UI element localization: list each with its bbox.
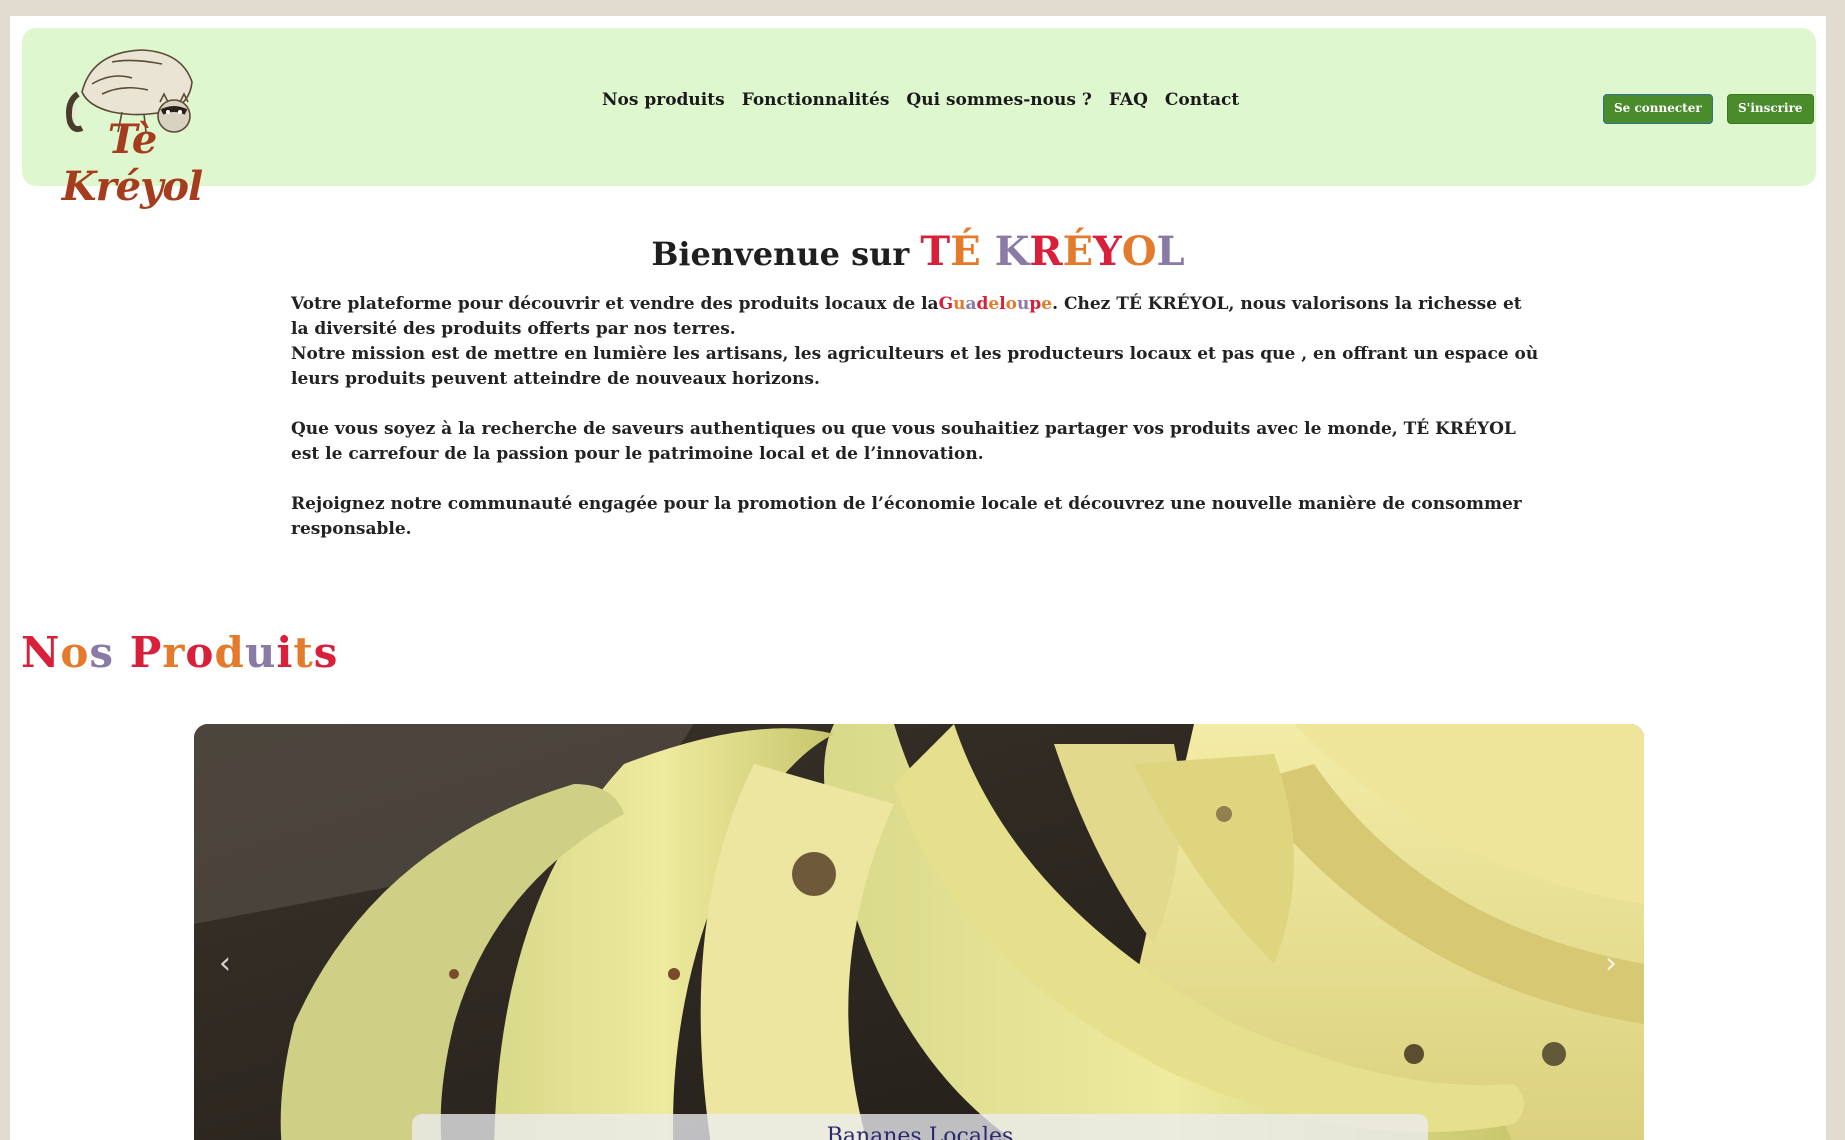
brand-letters: TÉ KRÉYOL xyxy=(920,228,1185,275)
guadeloupe-highlight: Guadeloupe xyxy=(938,294,1053,314)
main-nav: Nos produits Fonctionnalités Qui sommes-… xyxy=(602,90,1239,110)
nav-item-contact[interactable]: Contact xyxy=(1165,90,1239,110)
product-carousel[interactable]: ‹ › Bananes Locales xyxy=(194,724,1644,1140)
intro-text: Votre plateforme pour découvrir et vendr… xyxy=(291,292,1541,542)
site-header: Tè Kréyol Nos produits Fonctionnalités Q… xyxy=(22,28,1816,210)
welcome-heading: Bienvenue sur TÉ KRÉYOL xyxy=(10,228,1826,275)
slide-caption: Bananes Locales xyxy=(412,1114,1428,1140)
nav-item-about[interactable]: Qui sommes-nous ? xyxy=(906,90,1091,110)
intro-paragraph-3: Que vous soyez à la recherche de saveurs… xyxy=(291,419,1516,464)
site-logo[interactable]: Tè Kréyol xyxy=(52,32,212,210)
nav-item-faq[interactable]: FAQ xyxy=(1109,90,1148,110)
brand-title: TÉ KRÉYOL xyxy=(920,228,1184,275)
signup-button[interactable]: S'inscrire xyxy=(1727,94,1814,124)
carousel-next-icon[interactable]: › xyxy=(1596,944,1626,984)
intro-paragraph-1: Votre plateforme pour découvrir et vendr… xyxy=(291,292,1541,342)
login-button[interactable]: Se connecter xyxy=(1603,94,1713,124)
intro-paragraph-4: Rejoignez notre communauté engagée pour … xyxy=(291,494,1522,539)
intro-p1-before: Votre plateforme pour découvrir et vendr… xyxy=(291,294,939,314)
products-title: Nos Produits xyxy=(21,628,338,677)
banana-photo xyxy=(194,724,1644,1140)
carousel-prev-icon[interactable]: ‹ xyxy=(210,944,240,984)
nav-item-products[interactable]: Nos produits xyxy=(602,90,725,110)
logo-text: Tè Kréyol xyxy=(61,116,203,210)
products-title-text: Nos Produits xyxy=(21,628,339,677)
nav-item-features[interactable]: Fonctionnalités xyxy=(742,90,890,110)
page: Tè Kréyol Nos produits Fonctionnalités Q… xyxy=(10,16,1826,1140)
slide-caption-text: Bananes Locales xyxy=(826,1124,1014,1140)
welcome-prefix: Bienvenue sur xyxy=(651,235,910,273)
intro-paragraph-2: Notre mission est de mettre en lumière l… xyxy=(291,344,1539,389)
